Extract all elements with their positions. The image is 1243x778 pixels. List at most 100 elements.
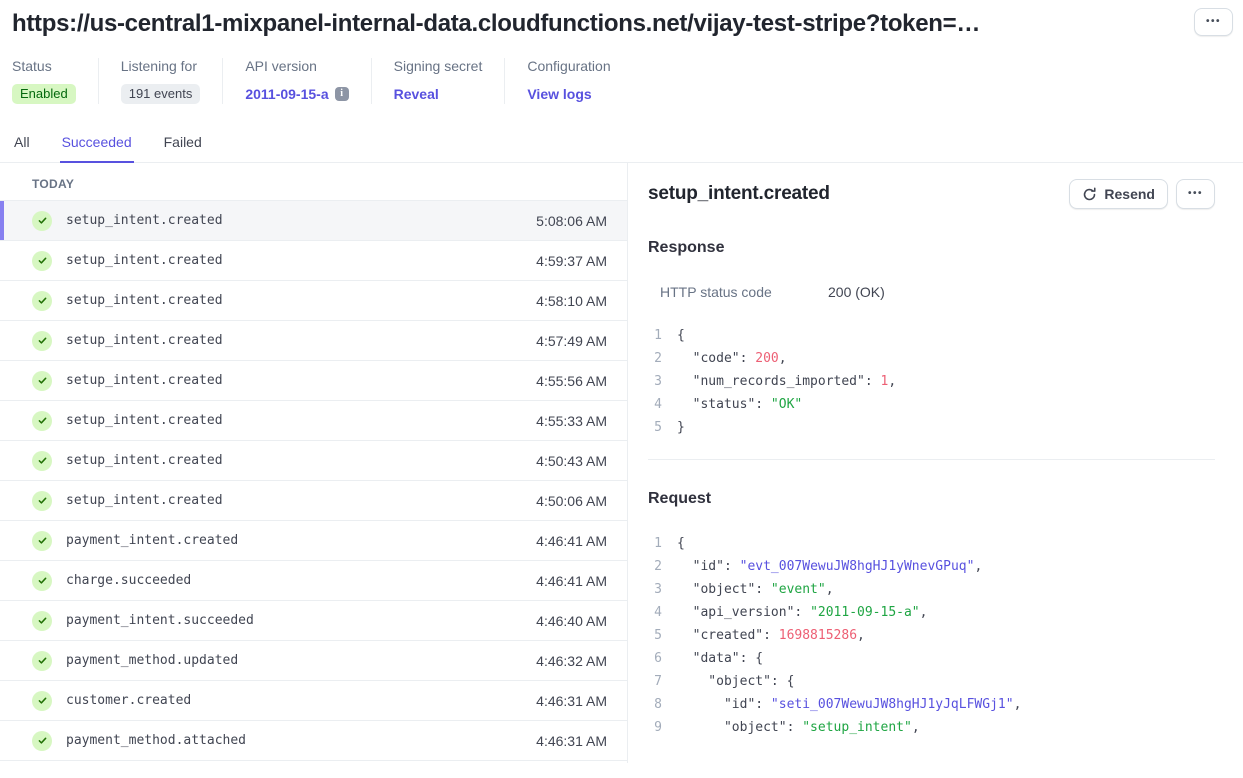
code-token: "created": — [677, 628, 779, 643]
code-token: "object": — [677, 720, 802, 735]
event-row[interactable]: payment_intent.created4:46:41 AM — [0, 521, 627, 561]
resend-button[interactable]: Resend — [1069, 179, 1168, 209]
event-time: 4:50:43 AM — [536, 453, 607, 469]
code-token: , — [1014, 697, 1022, 712]
line-number: 9 — [648, 716, 662, 739]
ellipsis-icon: ••• — [1188, 187, 1203, 201]
code-text: "status": "OK" — [677, 393, 802, 416]
code-line: 9 "object": "setup_intent", — [648, 716, 1215, 739]
code-token: "code": — [677, 351, 755, 366]
code-line: 4 "api_version": "2011-09-15-a", — [648, 601, 1215, 624]
tab-failed[interactable]: Failed — [162, 128, 204, 163]
summary-item-value: 191 events — [121, 83, 201, 104]
code-token: , — [826, 582, 834, 597]
event-name: setup_intent.created — [66, 493, 536, 508]
code-line: 4 "status": "OK" — [648, 393, 1215, 416]
event-time: 4:46:32 AM — [536, 653, 607, 669]
event-row[interactable]: setup_intent.created4:58:10 AM — [0, 281, 627, 321]
summary-item-signing-secret: Signing secretReveal — [371, 58, 505, 104]
event-time: 4:57:49 AM — [536, 333, 607, 349]
event-row[interactable]: payment_method.updated4:46:32 AM — [0, 641, 627, 681]
http-status-value: 200 (OK) — [828, 284, 885, 300]
tab-all[interactable]: All — [12, 128, 32, 163]
check-icon — [32, 331, 52, 351]
code-text: "api_version": "2011-09-15-a", — [677, 601, 927, 624]
code-token: , — [912, 720, 920, 735]
code-line: 6 "data": { — [648, 647, 1215, 670]
header-overflow-button[interactable]: ••• — [1194, 8, 1233, 36]
event-row[interactable]: charge.succeeded4:46:41 AM — [0, 561, 627, 601]
event-name: payment_method.attached — [66, 733, 536, 748]
code-text: "id": "evt_007WewuJW8hgHJ1yWnevGPuq", — [677, 555, 982, 578]
code-line: 8 "id": "seti_007WewuJW8hgHJ1yJqLFWGj1", — [648, 693, 1215, 716]
code-line: 3 "num_records_imported": 1, — [648, 370, 1215, 393]
detail-overflow-button[interactable]: ••• — [1176, 179, 1215, 209]
request-code-block: 1{2 "id": "evt_007WewuJW8hgHJ1yWnevGPuq"… — [648, 532, 1215, 739]
event-row[interactable]: setup_intent.created4:50:06 AM — [0, 481, 627, 521]
code-text: "object": "setup_intent", — [677, 716, 920, 739]
event-row[interactable]: setup_intent.created4:55:33 AM — [0, 401, 627, 441]
view-logs-link[interactable]: View logs — [527, 86, 591, 102]
code-token: { — [677, 328, 685, 343]
summary-item-label: Listening for — [121, 58, 201, 74]
event-row[interactable]: setup_intent.created5:08:06 AM — [0, 201, 627, 241]
line-number: 3 — [648, 370, 662, 393]
code-token: "api_version": — [677, 605, 810, 620]
code-line: 7 "object": { — [648, 670, 1215, 693]
event-time: 4:46:41 AM — [536, 573, 607, 589]
event-time: 4:59:37 AM — [536, 253, 607, 269]
event-name: setup_intent.created — [66, 453, 536, 468]
event-row[interactable]: payment_method.attached4:46:31 AM — [0, 721, 627, 761]
code-token: "seti_007WewuJW8hgHJ1yJqLFWGj1" — [771, 697, 1014, 712]
line-number: 4 — [648, 601, 662, 624]
check-icon — [32, 651, 52, 671]
code-token: "evt_007WewuJW8hgHJ1yWnevGPuq" — [740, 559, 975, 574]
code-line: 3 "object": "event", — [648, 578, 1215, 601]
code-text: } — [677, 416, 685, 439]
event-row[interactable]: customer.created4:46:31 AM — [0, 681, 627, 721]
event-row[interactable]: setup_intent.created4:50:43 AM — [0, 441, 627, 481]
check-icon — [32, 731, 52, 751]
line-number: 1 — [648, 324, 662, 347]
2011-09-15-a-link[interactable]: 2011-09-15-a — [245, 86, 328, 102]
code-text: "data": { — [677, 647, 763, 670]
reveal-link[interactable]: Reveal — [394, 86, 439, 102]
line-number: 2 — [648, 555, 662, 578]
event-time: 4:50:06 AM — [536, 493, 607, 509]
code-token: "object": — [677, 582, 771, 597]
code-token: , — [779, 351, 787, 366]
detail-actions: Resend ••• — [1069, 179, 1215, 209]
code-token: "object": { — [677, 674, 794, 689]
event-time: 4:55:56 AM — [536, 373, 607, 389]
http-status-label: HTTP status code — [660, 284, 828, 300]
code-token: "num_records_imported": — [677, 374, 881, 389]
event-time: 4:55:33 AM — [536, 413, 607, 429]
code-line: 2 "id": "evt_007WewuJW8hgHJ1yWnevGPuq", — [648, 555, 1215, 578]
event-name: payment_intent.succeeded — [66, 613, 536, 628]
code-token: "id": — [677, 697, 771, 712]
event-time: 4:46:40 AM — [536, 613, 607, 629]
event-row[interactable]: setup_intent.created4:57:49 AM — [0, 321, 627, 361]
event-time: 4:46:31 AM — [536, 733, 607, 749]
page-header: https://us-central1-mixpanel-internal-da… — [0, 0, 1243, 38]
tab-succeeded[interactable]: Succeeded — [60, 128, 134, 163]
summary-item-value: Enabled — [12, 83, 76, 104]
check-icon — [32, 411, 52, 431]
summary-item-value: 2011-09-15-ai — [245, 83, 348, 104]
status-badge: 191 events — [121, 84, 201, 104]
event-row[interactable]: payment_intent.succeeded4:46:40 AM — [0, 601, 627, 641]
code-token: "event" — [771, 582, 826, 597]
check-icon — [32, 571, 52, 591]
code-text: { — [677, 324, 685, 347]
event-row[interactable]: setup_intent.created4:55:56 AM — [0, 361, 627, 401]
refresh-icon — [1082, 187, 1097, 202]
event-name: customer.created — [66, 693, 536, 708]
event-row[interactable]: setup_intent.created4:59:37 AM — [0, 241, 627, 281]
event-name: setup_intent.created — [66, 213, 536, 228]
filter-tabs: All Succeeded Failed — [0, 128, 1243, 163]
code-text: "code": 200, — [677, 347, 787, 370]
section-divider — [648, 459, 1215, 460]
summary-item-label: Configuration — [527, 58, 610, 74]
code-token: 200 — [755, 351, 778, 366]
check-icon — [32, 531, 52, 551]
